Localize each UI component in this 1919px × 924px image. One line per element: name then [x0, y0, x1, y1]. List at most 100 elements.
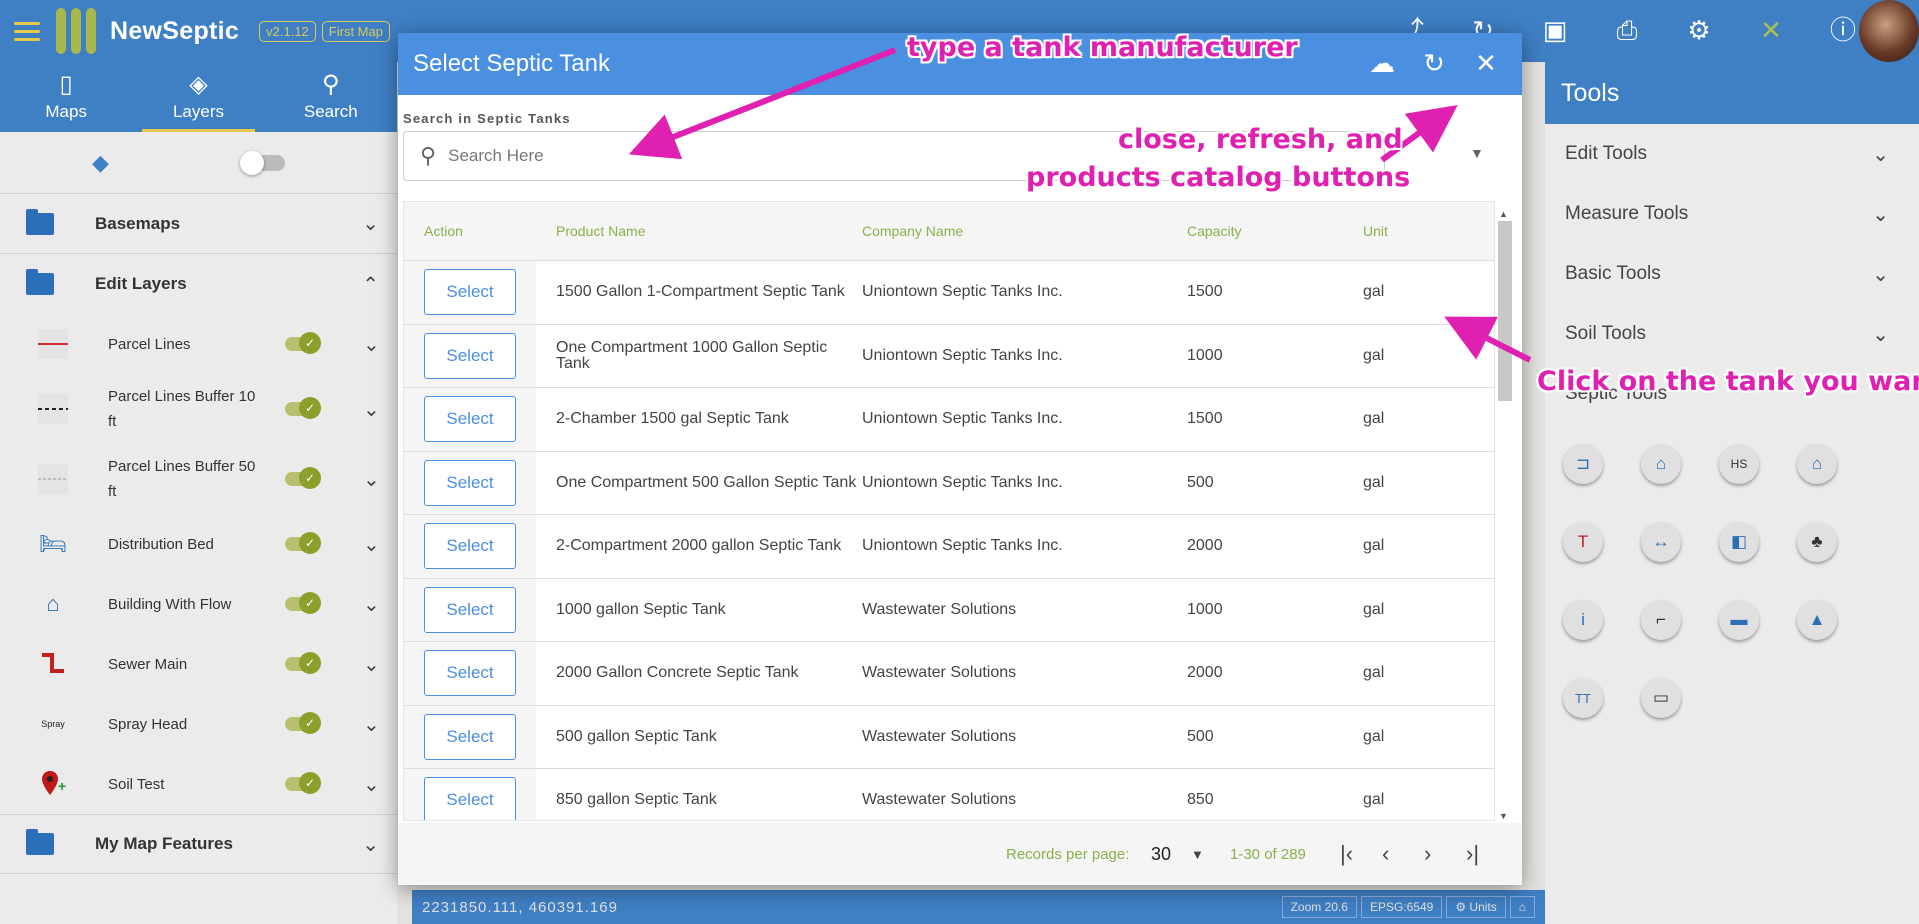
- layer-parcel-buffer-50[interactable]: Parcel Lines Buffer 50 ft ⌄: [0, 444, 397, 514]
- chevron-down-icon[interactable]: ⌄: [1872, 262, 1889, 287]
- table-row[interactable]: Select 1500 Gallon 1-Compartment Septic T…: [404, 261, 1494, 325]
- h2s-tool-icon[interactable]: HS: [1719, 444, 1759, 484]
- table-row[interactable]: Select 850 gallon Septic Tank Wastewater S…: [404, 769, 1494, 820]
- building-tool-icon[interactable]: ⌂: [1797, 444, 1837, 484]
- chevron-down-icon[interactable]: ⌄: [363, 532, 380, 557]
- group-basemaps[interactable]: Basemaps ⌄: [0, 194, 397, 254]
- chevron-down-icon[interactable]: ⌄: [1872, 202, 1889, 227]
- next-page-icon[interactable]: ›: [1424, 841, 1431, 867]
- print-icon[interactable]: ⎙: [1611, 12, 1643, 48]
- shapes-tool-icon[interactable]: ◧: [1719, 522, 1759, 562]
- col-capacity[interactable]: Capacity: [1187, 223, 1363, 239]
- chevron-down-icon[interactable]: ⌄: [1872, 322, 1889, 347]
- table-row[interactable]: Select One Compartment 500 Gallon Septic …: [404, 451, 1494, 515]
- layer-visibility-toggle[interactable]: [285, 652, 321, 674]
- col-unit[interactable]: Unit: [1363, 223, 1463, 239]
- select-button[interactable]: Select: [424, 396, 516, 443]
- layer-visibility-toggle[interactable]: [285, 712, 321, 734]
- layer-sewer-main[interactable]: Sewer Main ⌄: [0, 634, 397, 694]
- table-scrollbar[interactable]: ▲ ▼: [1495, 209, 1513, 821]
- avatar[interactable]: [1859, 0, 1919, 62]
- layer-visibility-toggle[interactable]: [285, 467, 321, 489]
- tool-edit[interactable]: Edit Tools ⌄: [1545, 124, 1919, 184]
- select-button[interactable]: Select: [424, 650, 516, 697]
- refresh-icon[interactable]: ↻: [1416, 45, 1452, 81]
- triangle-tool-icon[interactable]: ▲: [1797, 600, 1837, 640]
- select-button[interactable]: Select: [424, 332, 516, 379]
- chevron-down-icon[interactable]: ▼: [1191, 847, 1204, 862]
- tee-tool-icon[interactable]: T: [1563, 522, 1603, 562]
- tool-measure[interactable]: Measure Tools ⌄: [1545, 184, 1919, 244]
- select-button[interactable]: Select: [424, 713, 516, 760]
- text-tool-icon[interactable]: TT: [1563, 678, 1603, 718]
- chevron-down-icon[interactable]: ⌄: [1872, 142, 1889, 167]
- settings-icon[interactable]: ⚙: [1683, 12, 1715, 48]
- map-name-badge[interactable]: First Map: [321, 20, 390, 42]
- prev-page-icon[interactable]: ‹: [1382, 841, 1389, 867]
- dropdown-caret-icon[interactable]: ▼: [1470, 145, 1484, 161]
- layer-distribution-bed[interactable]: 🛏 Distribution Bed ⌄: [0, 514, 397, 574]
- cloud-catalog-icon[interactable]: ☁: [1364, 45, 1400, 81]
- scroll-up-icon[interactable]: ▲: [1499, 209, 1508, 219]
- chevron-down-icon[interactable]: ⌄: [363, 772, 380, 797]
- tank-tool-icon[interactable]: ▬: [1719, 600, 1759, 640]
- chevron-down-icon[interactable]: ⌄: [363, 467, 380, 492]
- col-product[interactable]: Product Name: [536, 223, 862, 239]
- layer-building-with-flow[interactable]: ⌂ Building With Flow ⌄: [0, 574, 397, 634]
- select-button[interactable]: Select: [424, 586, 516, 633]
- folder-tool-icon[interactable]: ▭: [1641, 678, 1681, 718]
- records-per-page-select[interactable]: 30: [1151, 844, 1171, 865]
- group-edit-layers[interactable]: Edit Layers ⌃: [0, 254, 397, 314]
- select-button[interactable]: Select: [424, 523, 516, 570]
- inspection-tool-icon[interactable]: i: [1563, 600, 1603, 640]
- chevron-down-icon[interactable]: ⌄: [363, 712, 380, 737]
- select-button[interactable]: Select: [424, 459, 516, 506]
- table-row[interactable]: Select 500 gallon Septic Tank Wastewater S…: [404, 705, 1494, 769]
- tab-layers[interactable]: ◈ Layers: [132, 62, 264, 132]
- table-row[interactable]: Select One Compartment 1000 Gallon Septic…: [404, 324, 1494, 388]
- table-row[interactable]: Select 2-Compartment 2000 gallon Septic T…: [404, 515, 1494, 579]
- chevron-down-icon[interactable]: ⌄: [363, 592, 380, 617]
- save-icon[interactable]: ▣: [1539, 12, 1571, 48]
- outlet-tool-icon[interactable]: ⌐: [1641, 600, 1681, 640]
- tree-tool-icon[interactable]: ♣: [1797, 522, 1837, 562]
- pipe-tool-icon[interactable]: ⊐: [1563, 444, 1603, 484]
- menu-icon[interactable]: [14, 17, 40, 46]
- tab-maps[interactable]: ▯ Maps: [0, 62, 132, 132]
- chevron-down-icon[interactable]: ⌄: [362, 832, 379, 857]
- select-button[interactable]: Select: [424, 777, 516, 820]
- home-icon[interactable]: ⌂: [1509, 896, 1535, 918]
- layer-soil-test[interactable]: + Soil Test ⌄: [0, 754, 397, 814]
- layer-visibility-toggle[interactable]: [285, 397, 321, 419]
- projection[interactable]: EPSG:6549: [1360, 896, 1443, 918]
- layer-visibility-toggle[interactable]: [285, 532, 321, 554]
- chevron-down-icon[interactable]: ⌄: [362, 211, 379, 236]
- last-page-icon[interactable]: ›|: [1466, 841, 1479, 867]
- add-layer-icon[interactable]: ◆: [92, 150, 109, 176]
- info-icon[interactable]: ⓘ: [1827, 12, 1859, 48]
- chevron-up-icon[interactable]: ⌃: [362, 272, 379, 297]
- width-tool-icon[interactable]: ↔: [1641, 522, 1681, 562]
- select-button[interactable]: Select: [424, 269, 516, 316]
- layer-visibility-toggle[interactable]: [285, 332, 321, 354]
- scroll-down-icon[interactable]: ▼: [1499, 811, 1508, 821]
- group-my-map-features[interactable]: My Map Features ⌄: [0, 814, 397, 874]
- scroll-thumb[interactable]: [1498, 221, 1512, 401]
- chevron-down-icon[interactable]: ⌄: [363, 397, 380, 422]
- first-page-icon[interactable]: |‹: [1340, 841, 1353, 867]
- layer-parcel-buffer-10[interactable]: Parcel Lines Buffer 10 ft ⌄: [0, 374, 397, 444]
- tool-basic[interactable]: Basic Tools ⌄: [1545, 244, 1919, 304]
- units-button[interactable]: ⚙ Units: [1446, 896, 1506, 918]
- tab-search[interactable]: ⚲ Search: [265, 62, 397, 132]
- chevron-down-icon[interactable]: ⌄: [363, 652, 380, 677]
- table-row[interactable]: Select 2000 Gallon Concrete Septic Tank Wa…: [404, 642, 1494, 706]
- col-company[interactable]: Company Name: [862, 223, 1187, 239]
- layers-toggle[interactable]: [239, 150, 285, 175]
- tools-icon[interactable]: ✕: [1755, 12, 1787, 48]
- table-row[interactable]: Select 2-Chamber 1500 gal Septic Tank Unio…: [404, 388, 1494, 452]
- layer-parcel-lines[interactable]: Parcel Lines ⌄: [0, 314, 397, 374]
- close-icon[interactable]: ✕: [1468, 45, 1504, 81]
- layer-visibility-toggle[interactable]: [285, 592, 321, 614]
- house-tool-icon[interactable]: ⌂: [1641, 444, 1681, 484]
- tool-soil[interactable]: Soil Tools ⌄: [1545, 304, 1919, 364]
